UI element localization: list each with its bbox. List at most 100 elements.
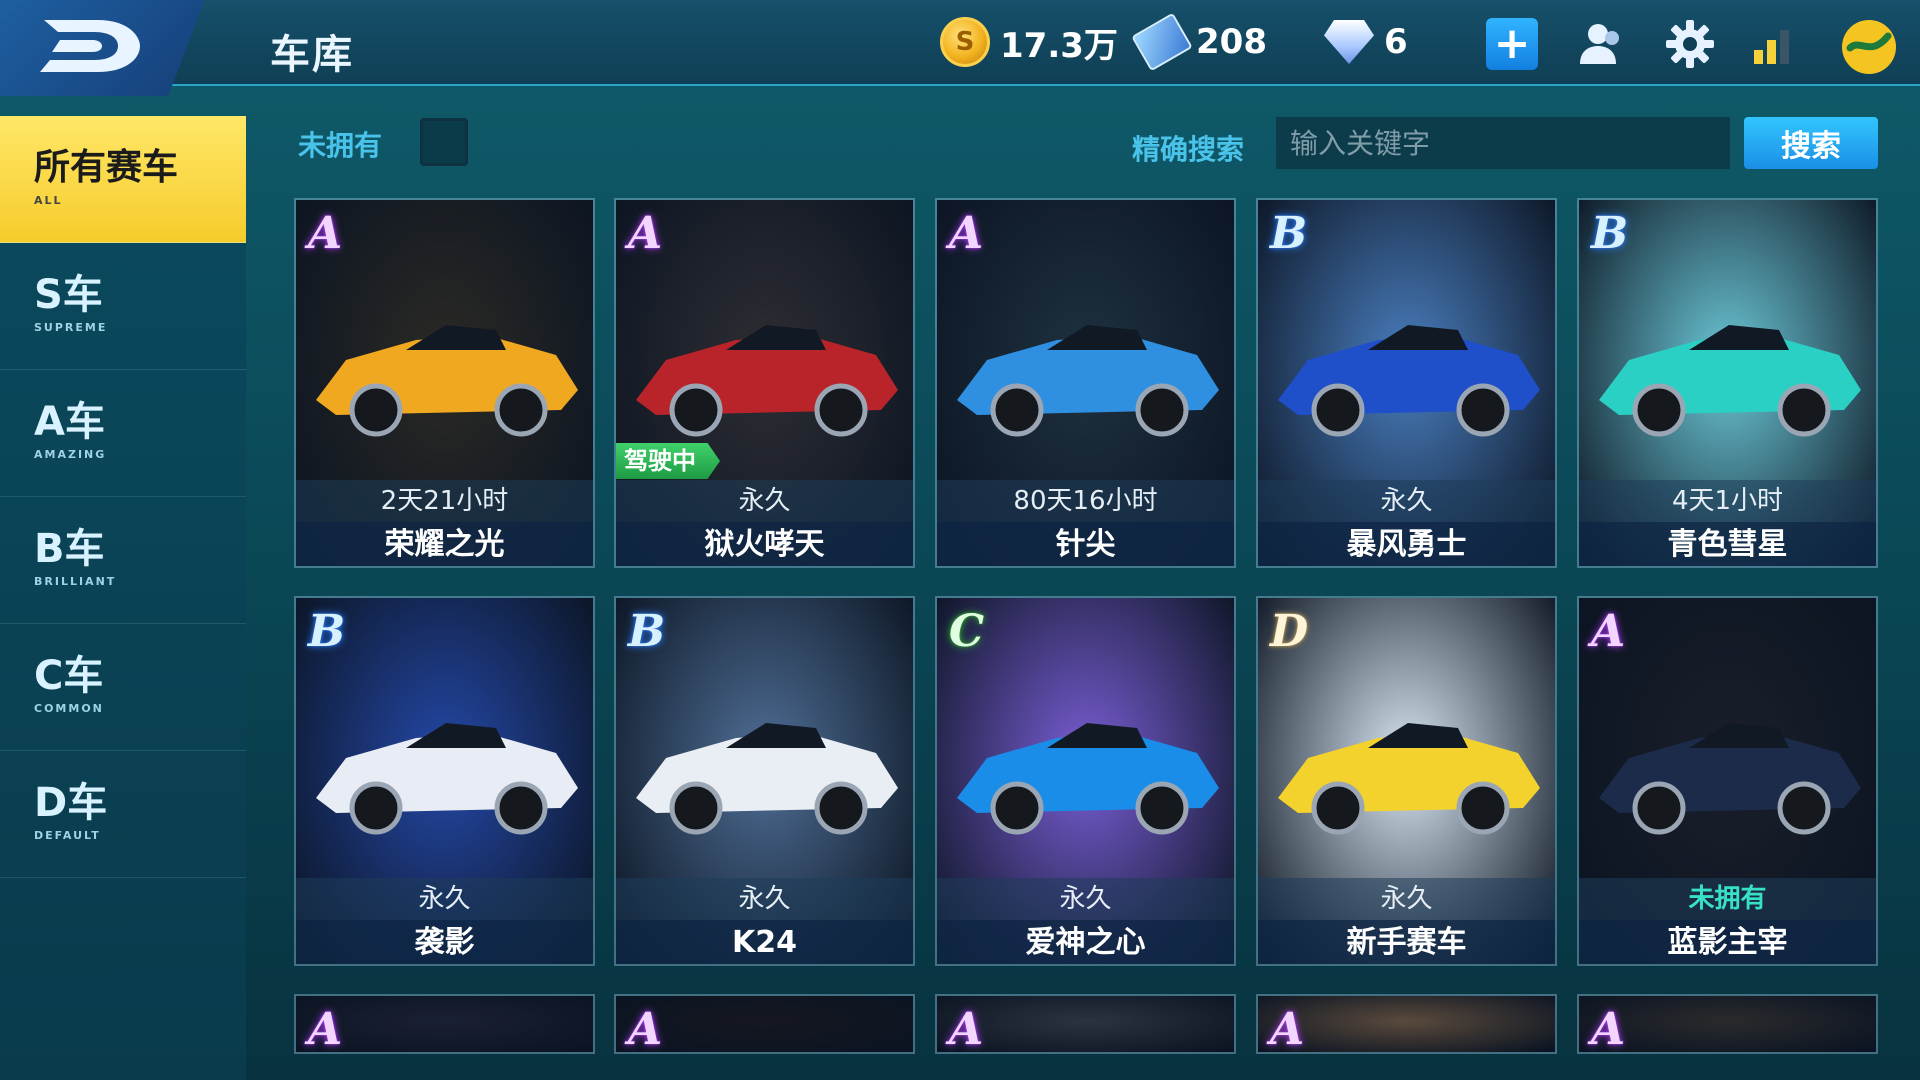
avatar-icon	[1842, 20, 1896, 74]
car-tier-badge: A	[1270, 1004, 1305, 1054]
car-tier-badge: B	[628, 606, 666, 657]
car-wheel	[349, 781, 403, 835]
car-tier-badge: A	[308, 208, 343, 259]
exact-search-label: 精确搜索	[1132, 133, 1245, 166]
unowned-filter-checkbox[interactable]	[420, 118, 468, 166]
car-image-icon	[636, 723, 898, 835]
car-name: 狱火哮天	[616, 522, 913, 566]
car-duration: 4天1小时	[1579, 480, 1876, 522]
car-card[interactable]: A 驾驶中 永久 狱火哮天	[614, 198, 915, 568]
car-name: 针尖	[937, 522, 1234, 566]
car-card[interactable]: B 永久 暴风勇士	[1256, 198, 1557, 568]
car-tier-badge: B	[308, 606, 346, 657]
car-cockpit	[726, 723, 826, 748]
car-wheel	[1777, 383, 1831, 437]
car-wheel	[669, 781, 723, 835]
coin-icon: S	[940, 17, 990, 67]
car-card[interactable]: A 80天16小时 针尖	[935, 198, 1236, 568]
car-card[interactable]: A 未拥有 蓝影主宰	[1577, 596, 1878, 966]
car-cockpit	[1689, 723, 1789, 748]
driving-badge: 驾驶中	[616, 443, 720, 479]
car-wheel	[1632, 383, 1686, 437]
page-title: 车库	[270, 32, 354, 78]
car-card[interactable]: B 永久 K24	[614, 596, 915, 966]
car-cockpit	[1368, 723, 1468, 748]
car-tier-badge: A	[1591, 1004, 1626, 1054]
car-cockpit	[1047, 723, 1147, 748]
sidebar-item-all[interactable]: 所有赛车 ALL	[0, 116, 246, 243]
user-icon	[1580, 24, 1619, 64]
coin-value: 17.3万	[1000, 25, 1118, 66]
car-wheel	[494, 383, 548, 437]
car-name: 暴风勇士	[1258, 522, 1555, 566]
add-currency-button[interactable]: +	[1486, 18, 1538, 70]
car-name: 青色彗星	[1579, 522, 1876, 566]
search-input[interactable]	[1276, 117, 1730, 169]
car-card[interactable]: B 4天1小时 青色彗星	[1577, 198, 1878, 568]
car-card[interactable]: D 永久 新手赛车	[1256, 596, 1557, 966]
search-button[interactable]: 搜索	[1744, 117, 1878, 169]
unowned-filter-label: 未拥有	[298, 129, 383, 162]
car-duration: 2天21小时	[296, 480, 593, 522]
diamond-icon	[1324, 20, 1374, 64]
car-image-icon	[316, 325, 578, 437]
car-wheel	[349, 383, 403, 437]
car-image-icon	[957, 723, 1219, 835]
sidebar-item-common[interactable]: C车 COMMON	[0, 624, 246, 751]
car-wheel	[1135, 781, 1189, 835]
profile-button[interactable]	[1840, 18, 1898, 76]
sidebar-item-label: D车	[34, 780, 108, 826]
car-cockpit	[406, 723, 506, 748]
diamond-value: 6	[1384, 22, 1408, 62]
sidebar-item-sublabel: DEFAULT	[34, 829, 101, 842]
car-card[interactable]: A	[614, 994, 915, 1054]
network-signal	[1746, 18, 1798, 70]
car-duration: 未拥有	[1579, 878, 1876, 920]
car-tier-badge: A	[1591, 606, 1626, 657]
car-card[interactable]: A	[1256, 994, 1557, 1054]
car-wheel	[1456, 781, 1510, 835]
car-wheel	[669, 383, 723, 437]
car-image-icon	[1278, 325, 1540, 437]
sidebar-item-supreme[interactable]: S车 SUPREME	[0, 243, 246, 370]
category-sidebar: 所有赛车 ALL S车 SUPREME A车 AMAZING B车 BRILLI…	[0, 116, 246, 1080]
sidebar-item-sublabel: ALL	[34, 194, 63, 207]
sidebar-item-label: B车	[34, 526, 105, 572]
car-name: 新手赛车	[1258, 920, 1555, 964]
logo-box[interactable]	[0, 0, 205, 96]
settings-button[interactable]	[1664, 18, 1716, 70]
sidebar-item-sublabel: COMMON	[34, 702, 104, 715]
car-image-icon	[1278, 723, 1540, 835]
car-name: 爱神之心	[937, 920, 1234, 964]
ticket-icon	[1131, 12, 1193, 72]
car-duration: 永久	[296, 878, 593, 920]
car-duration: 永久	[616, 480, 913, 522]
car-cockpit	[1047, 325, 1147, 350]
car-duration: 永久	[1258, 480, 1555, 522]
car-card[interactable]: B 永久 袭影	[294, 596, 595, 966]
car-image-icon	[957, 325, 1219, 437]
car-card[interactable]: C 永久 爱神之心	[935, 596, 1236, 966]
car-card[interactable]: A	[294, 994, 595, 1054]
car-tier-badge: A	[949, 208, 984, 259]
car-card[interactable]: A	[935, 994, 1236, 1054]
sidebar-item-brilliant[interactable]: B车 BRILLIANT	[0, 497, 246, 624]
sidebar-item-amazing[interactable]: A车 AMAZING	[0, 370, 246, 497]
car-name: 荣耀之光	[296, 522, 593, 566]
car-wheel	[1311, 781, 1365, 835]
car-image-icon	[636, 325, 898, 437]
car-card[interactable]: A 2天21小时 荣耀之光	[294, 198, 595, 568]
sidebar-item-label: A车	[34, 399, 105, 445]
car-tier-badge: D	[1270, 606, 1309, 657]
car-duration: 80天16小时	[937, 480, 1234, 522]
car-wheel	[494, 781, 548, 835]
car-cockpit	[406, 325, 506, 350]
car-tier-badge: A	[628, 208, 663, 259]
friends-button[interactable]	[1574, 18, 1626, 70]
car-tier-badge: B	[1591, 208, 1629, 259]
car-card[interactable]: A	[1577, 994, 1878, 1054]
car-name: 蓝影主宰	[1579, 920, 1876, 964]
car-cockpit	[1689, 325, 1789, 350]
sidebar-item-default[interactable]: D车 DEFAULT	[0, 751, 246, 878]
car-name: 袭影	[296, 920, 593, 964]
